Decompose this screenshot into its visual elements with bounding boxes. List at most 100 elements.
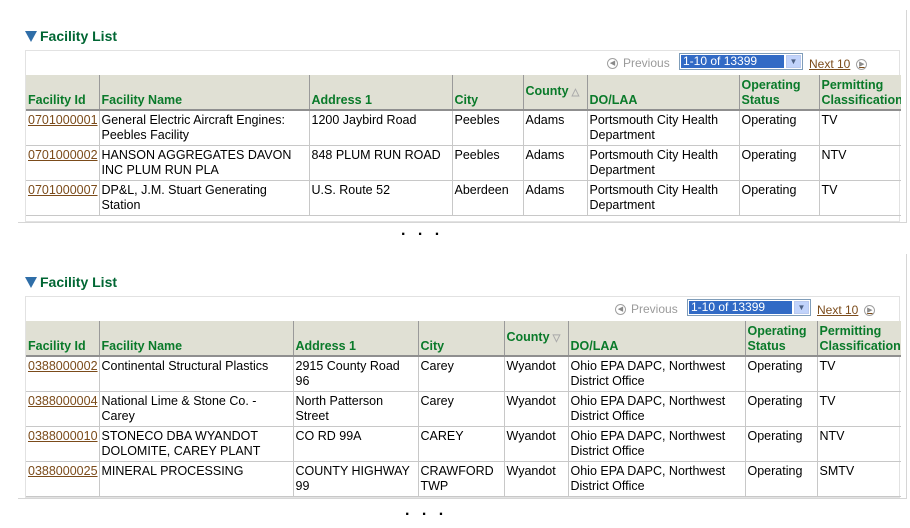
table-header-row: Facility Id Facility Name Address 1 City…: [26, 75, 901, 111]
city-cell: Peebles: [452, 145, 524, 181]
column-header-address[interactable]: Address 1: [293, 321, 419, 357]
dolaa-cell: Ohio EPA DAPC, Northwest District Office: [568, 391, 746, 427]
facility-id-cell[interactable]: 0701000007: [26, 180, 100, 216]
facility-name-cell: General Electric Aircraft Engines: Peebl…: [99, 110, 310, 146]
facility-id-cell[interactable]: 0388000004: [26, 391, 100, 427]
next-page-link[interactable]: Next 10 ▶: [809, 57, 868, 71]
column-header-operating-status[interactable]: Operating Status: [739, 75, 820, 111]
county-cell: Wyandot: [504, 356, 569, 392]
table-viewport: Facility Id Facility Name Address 1 City…: [26, 321, 901, 497]
county-cell: Wyandot: [504, 426, 569, 462]
pagination-bar: ◀ Previous 1-10 of 13399 ▼ Next 10 ▶: [26, 51, 899, 75]
address-cell: 2915 County Road 96: [293, 356, 419, 392]
address-cell: 848 PLUM RUN ROAD: [309, 145, 453, 181]
facility-id-link[interactable]: 0701000001: [28, 113, 98, 127]
table-viewport: Facility Id Facility Name Address 1 City…: [26, 75, 901, 216]
facility-id-cell[interactable]: 0701000002: [26, 145, 100, 181]
facility-list-panel-2: Facility List ◀ Previous 1-10 of 13399 ▼…: [18, 254, 907, 499]
facility-name-cell: Continental Structural Plastics: [99, 356, 294, 392]
city-cell: Peebles: [452, 110, 524, 146]
operating-status-cell: Operating: [739, 145, 820, 181]
next-page-link[interactable]: Next 10 ▶: [817, 303, 876, 317]
permitting-classification-cell: TV: [819, 180, 901, 216]
permitting-classification-cell: NTV: [819, 145, 901, 181]
column-header-dolaa[interactable]: DO/LAA: [568, 321, 746, 357]
dolaa-cell: Portsmouth City Health Department: [587, 145, 740, 181]
previous-arrow-icon: ◀: [607, 57, 618, 69]
city-cell: Aberdeen: [452, 180, 524, 216]
operating-status-cell: Operating: [739, 180, 820, 216]
continuation-ellipsis: . . .: [405, 502, 448, 519]
operating-status-cell: Operating: [745, 356, 818, 392]
facility-name-cell: HANSON AGGREGATES DAVON INC PLUM RUN PLA: [99, 145, 310, 181]
operating-status-cell: Operating: [745, 426, 818, 462]
operating-status-cell: Operating: [739, 110, 820, 146]
county-cell: Wyandot: [504, 391, 569, 427]
table-row: 0388000010 STONECO DBA WYANDOT DOLOMITE, …: [26, 426, 901, 462]
next-arrow-icon[interactable]: ▶: [864, 304, 876, 316]
page-range-select[interactable]: 1-10 of 13399 ▼: [679, 53, 803, 70]
table-row: 0701000001 General Electric Aircraft Engi…: [26, 110, 901, 146]
column-header-dolaa[interactable]: DO/LAA: [587, 75, 740, 111]
results-container: ◀ Previous 1-10 of 13399 ▼ Next 10 ▶ Fac…: [25, 296, 901, 498]
facility-table: Facility Id Facility Name Address 1 City…: [26, 75, 901, 216]
panel-title: Facility List: [40, 274, 118, 290]
dolaa-cell: Ohio EPA DAPC, Northwest District Office: [568, 356, 746, 392]
column-header-county[interactable]: County ▽: [504, 321, 569, 357]
city-cell: Carey: [418, 356, 505, 392]
permitting-classification-cell: TV: [817, 356, 901, 392]
facility-list-panel-1: Facility List ◀ Previous 1-10 of 13399 ▼…: [18, 10, 907, 223]
column-header-facility-id[interactable]: Facility Id: [26, 75, 100, 111]
facility-id-link[interactable]: 0388000004: [28, 394, 98, 408]
chevron-down-icon[interactable]: ▼: [794, 301, 809, 314]
table-row: 0701000007 DP&L, J.M. Stuart Generating S…: [26, 180, 901, 216]
facility-list-header[interactable]: Facility List: [25, 28, 117, 44]
column-header-county[interactable]: County △: [523, 75, 588, 111]
address-cell: CO RD 99A: [293, 426, 419, 462]
column-header-address[interactable]: Address 1: [309, 75, 453, 111]
city-cell: CAREY: [418, 426, 505, 462]
facility-id-link[interactable]: 0701000002: [28, 148, 98, 162]
facility-name-cell: DP&L, J.M. Stuart Generating Station: [99, 180, 310, 216]
county-cell: Wyandot: [504, 461, 569, 497]
collapse-triangle-icon[interactable]: [25, 276, 37, 288]
facility-id-link[interactable]: 0701000007: [28, 183, 98, 197]
column-header-city[interactable]: City: [452, 75, 524, 111]
column-header-facility-id[interactable]: Facility Id: [26, 321, 100, 357]
facility-id-link[interactable]: 0388000002: [28, 359, 98, 373]
permitting-classification-cell: TV: [819, 110, 901, 146]
dolaa-cell: Ohio EPA DAPC, Northwest District Office: [568, 461, 746, 497]
facility-id-cell[interactable]: 0701000001: [26, 110, 100, 146]
column-header-operating-status[interactable]: Operating Status: [745, 321, 818, 357]
county-cell: Adams: [523, 110, 588, 146]
table-row: 0388000025 MINERAL PROCESSING COUNTY HIGHW…: [26, 461, 901, 497]
facility-id-cell[interactable]: 0388000002: [26, 356, 100, 392]
permitting-classification-cell: TV: [817, 391, 901, 427]
table-header-row: Facility Id Facility Name Address 1 City…: [26, 321, 901, 357]
city-cell: Carey: [418, 391, 505, 427]
facility-id-cell[interactable]: 0388000025: [26, 461, 100, 497]
column-header-permitting-classification[interactable]: Permitting Classification: [819, 75, 901, 111]
address-cell: 1200 Jaybird Road: [309, 110, 453, 146]
chevron-down-icon[interactable]: ▼: [786, 55, 801, 68]
continuation-ellipsis: . . .: [401, 222, 444, 239]
facility-name-cell: STONECO DBA WYANDOT DOLOMITE, CAREY PLAN…: [99, 426, 294, 462]
page-range-select[interactable]: 1-10 of 13399 ▼: [687, 299, 811, 316]
results-container: ◀ Previous 1-10 of 13399 ▼ Next 10 ▶ Fac…: [25, 50, 901, 222]
previous-link: ◀ Previous: [615, 302, 678, 316]
permitting-classification-cell: SMTV: [817, 461, 901, 497]
facility-id-link[interactable]: 0388000025: [28, 464, 98, 478]
facility-table: Facility Id Facility Name Address 1 City…: [26, 321, 901, 497]
dolaa-cell: Portsmouth City Health Department: [587, 180, 740, 216]
next-arrow-icon[interactable]: ▶: [856, 58, 868, 70]
page-range-value: 1-10 of 13399: [681, 55, 784, 68]
collapse-triangle-icon[interactable]: [25, 30, 37, 42]
column-header-city[interactable]: City: [418, 321, 505, 357]
dolaa-cell: Portsmouth City Health Department: [587, 110, 740, 146]
column-header-facility-name[interactable]: Facility Name: [99, 75, 310, 111]
facility-id-link[interactable]: 0388000010: [28, 429, 98, 443]
column-header-facility-name[interactable]: Facility Name: [99, 321, 294, 357]
column-header-permitting-classification[interactable]: Permitting Classification: [817, 321, 901, 357]
facility-id-cell[interactable]: 0388000010: [26, 426, 100, 462]
facility-list-header[interactable]: Facility List: [25, 274, 117, 290]
